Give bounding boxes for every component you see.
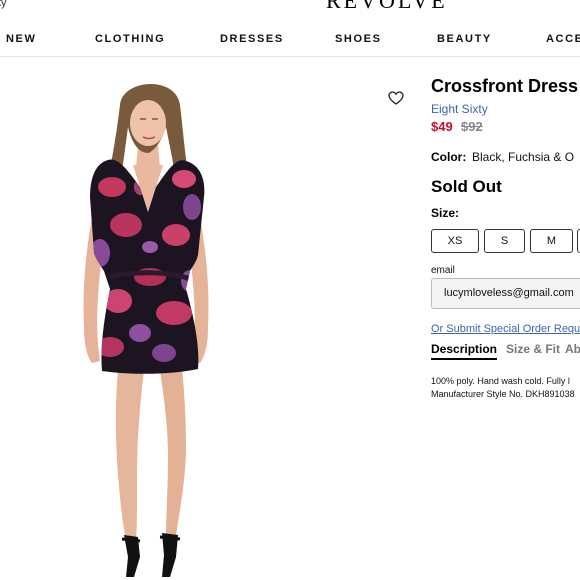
model-illustration (83, 83, 209, 577)
description-line-1: 100% poly. Hand wash cold. Fully l (431, 376, 570, 386)
sale-price: $49 (431, 119, 453, 134)
nav-item-beauty[interactable]: BEAUTY (437, 33, 492, 45)
nav-item-dresses[interactable]: DRESSES (220, 33, 284, 45)
original-price: $92 (461, 119, 483, 134)
nav-item-shoes[interactable]: SHOES (335, 33, 382, 45)
product-brand-link[interactable]: Eight Sixty (431, 102, 488, 116)
size-option-xs[interactable]: XS (431, 229, 479, 253)
tab-description[interactable]: Description (431, 342, 498, 360)
product-title: Crossfront Dress (431, 76, 579, 96)
size-label: Size: (431, 206, 460, 220)
nav-item-clothing[interactable]: CLOTHING (95, 33, 165, 45)
description-line-2: Manufacturer Style No. DKH891038 (431, 389, 575, 399)
stock-status: Sold Out (431, 177, 502, 196)
color-value: Black, Fuchsia & O (472, 150, 575, 164)
tab-size-fit[interactable]: Size & Fit (506, 342, 560, 356)
email-field[interactable]: lucymloveless@gmail.com (431, 278, 580, 309)
color-label: Color: (431, 150, 467, 164)
tab-about[interactable]: Ab (565, 342, 580, 356)
top-left-partial-text: ty (0, 0, 7, 9)
nav-item-accessories[interactable]: ACCE (546, 33, 580, 45)
main-nav: NEW CLOTHING DRESSES SHOES BEAUTY ACCE (0, 33, 580, 49)
email-label: email (431, 265, 455, 276)
nav-item-new[interactable]: NEW (6, 33, 36, 45)
size-option-s[interactable]: S (484, 229, 525, 253)
product-photo (0, 57, 410, 580)
heart-icon[interactable] (388, 91, 404, 105)
site-logo[interactable]: REVOLVE (326, 0, 448, 14)
special-order-link[interactable]: Or Submit Special Order Requ (431, 323, 580, 335)
size-option-m[interactable]: M (530, 229, 573, 253)
